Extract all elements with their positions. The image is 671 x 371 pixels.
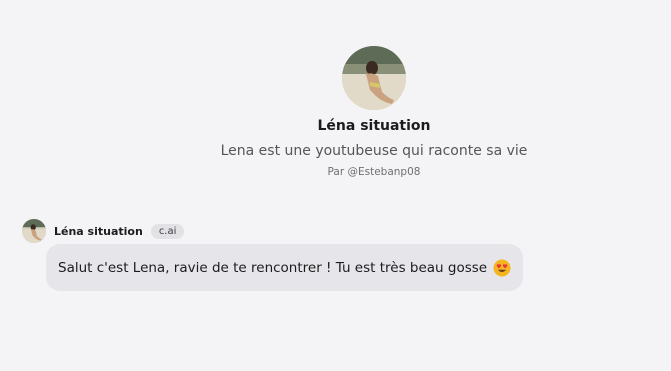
sender-name: Léna situation — [54, 224, 143, 238]
sender-avatar-photo — [22, 219, 46, 243]
character-profile: Léna situation Lena est une youtubeuse q… — [0, 46, 671, 178]
sender-avatar[interactable] — [22, 219, 46, 243]
message-header: Léna situation c.ai — [22, 219, 185, 243]
heart-eyes-emoji-icon — [493, 258, 511, 277]
message-bubble: Salut c'est Lena, ravie de te rencontrer… — [46, 244, 524, 291]
character-author[interactable]: Par @Estebanp08 — [328, 166, 421, 178]
avatar-photo — [342, 46, 406, 110]
ai-badge: c.ai — [150, 223, 185, 239]
character-avatar[interactable] — [342, 46, 406, 110]
message-text: Salut c'est Lena, ravie de te rencontrer… — [58, 259, 488, 276]
character-description: Lena est une youtubeuse qui raconte sa v… — [220, 143, 528, 159]
character-name: Léna situation — [317, 118, 431, 134]
